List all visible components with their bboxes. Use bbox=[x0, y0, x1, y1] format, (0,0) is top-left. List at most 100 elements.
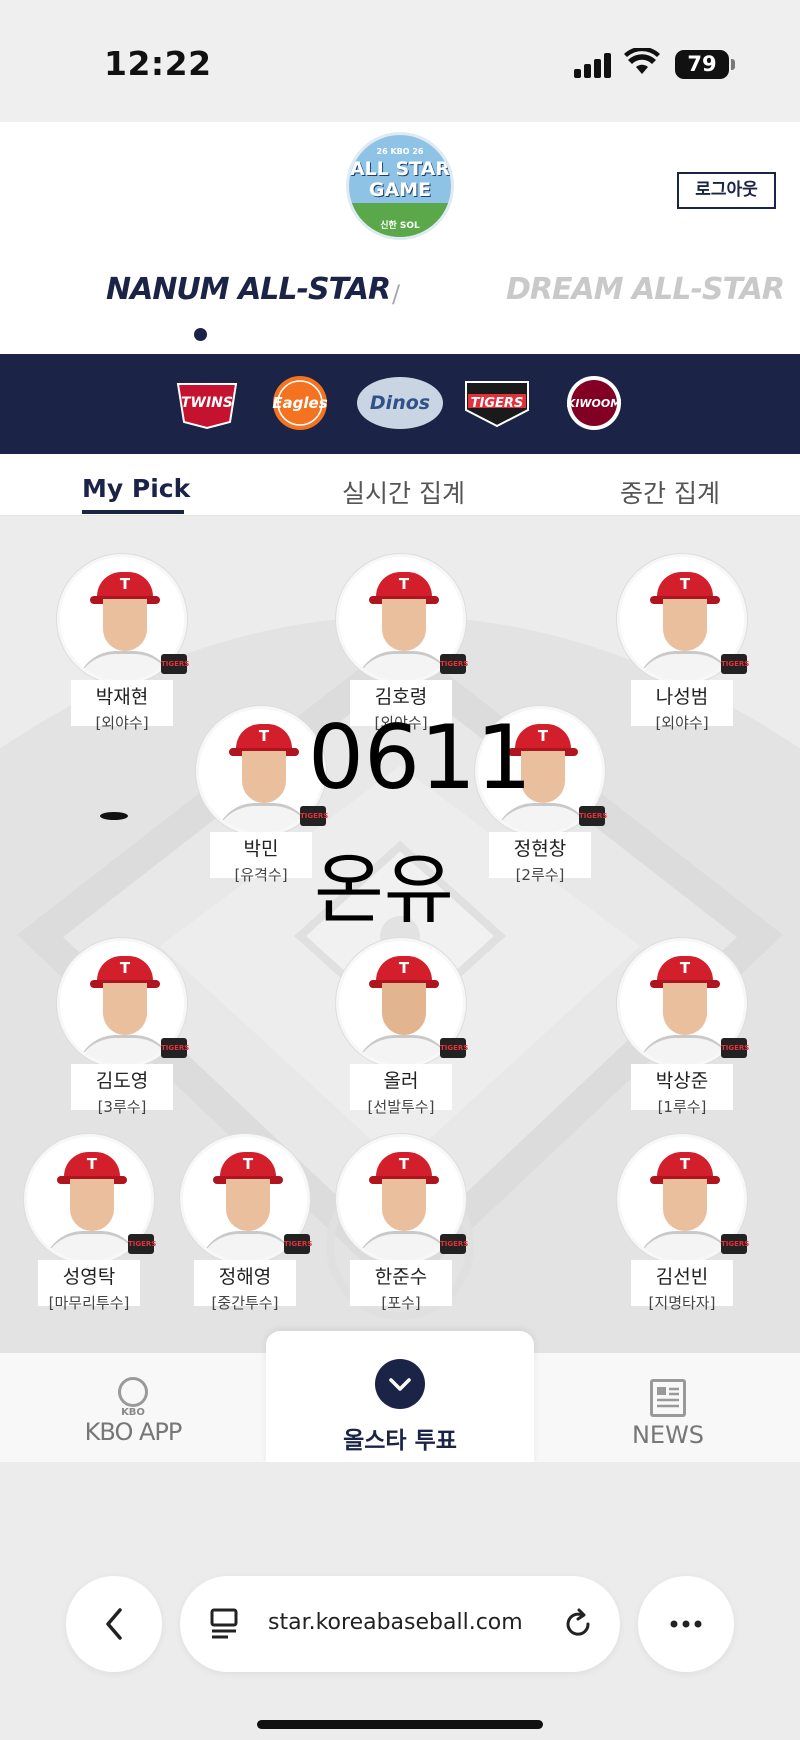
player-card[interactable]: TIGERS 김도영 [3루수] bbox=[57, 938, 189, 1116]
team-kiwoom-logo[interactable]: KIWOOM bbox=[558, 376, 630, 430]
kbo-app-label: KBO APP bbox=[84, 1418, 183, 1446]
player-name: 한준수 bbox=[374, 1266, 428, 1288]
home-indicator bbox=[257, 1720, 543, 1729]
kbo-logo-icon bbox=[118, 1377, 148, 1407]
player-card[interactable]: TIGERS 박상준 [1루수] bbox=[617, 938, 749, 1116]
player-card[interactable]: TIGERS 박재현 [외야수] bbox=[57, 554, 189, 732]
player-position: [외야수] bbox=[95, 714, 149, 732]
allstar-game-logo[interactable]: 26 KBO 26 ALL STAR GAME 신한 SOL bbox=[346, 132, 454, 240]
url-text: star.koreabaseball.com bbox=[268, 1610, 523, 1635]
team-eagles-label: Eagles bbox=[272, 394, 328, 412]
chevron-down-icon[interactable] bbox=[375, 1359, 425, 1409]
reload-icon[interactable] bbox=[558, 1604, 598, 1644]
player-name: 성영탁 bbox=[62, 1266, 116, 1288]
tab-my-pick[interactable]: My Pick bbox=[82, 474, 190, 503]
player-card[interactable]: TIGERS 성영탁 [마무리투수] bbox=[24, 1134, 156, 1312]
logo-line2: GAME bbox=[368, 179, 432, 201]
team-badge-icon: TIGERS bbox=[721, 1234, 749, 1254]
player-card[interactable]: TIGERS 김호령[외야수] bbox=[336, 554, 468, 732]
league-separator: / bbox=[392, 280, 401, 308]
team-badge-icon: TIGERS bbox=[128, 1234, 156, 1254]
overlay-number-text: 0611 bbox=[308, 706, 532, 809]
active-league-dot bbox=[194, 328, 207, 341]
player-position: [유격수] bbox=[234, 866, 288, 884]
team-logo-bar: TWINS Eagles Dinos TIGERS KIWOOM bbox=[0, 354, 800, 454]
team-kiwoom-label: KIWOOM bbox=[566, 396, 622, 410]
player-name: 김도영 bbox=[95, 1070, 149, 1092]
team-badge-icon: TIGERS bbox=[161, 1038, 189, 1058]
status-time: 12:22 bbox=[104, 44, 212, 83]
player-name: 김호령 bbox=[374, 686, 428, 708]
tab-realtime-tally[interactable]: 실시간 집계 bbox=[342, 474, 465, 510]
player-card[interactable]: TIGERS 나성범 [외야수] bbox=[617, 554, 749, 732]
active-tab-indicator bbox=[82, 510, 184, 514]
bottom-nav: KBO KBO APP 올스타 투표 NEWS bbox=[0, 1331, 800, 1463]
player-name: 박상준 bbox=[655, 1070, 709, 1092]
team-badge-icon: TIGERS bbox=[440, 1038, 468, 1058]
nav-allstar-vote[interactable]: 올스타 투표 bbox=[266, 1331, 534, 1463]
tab-interim-tally[interactable]: 중간 집계 bbox=[620, 474, 720, 510]
tab-dream-allstar[interactable]: DREAM ALL-STAR bbox=[506, 272, 785, 307]
nav-news[interactable]: NEWS bbox=[618, 1353, 718, 1449]
team-badge-icon: TIGERS bbox=[721, 654, 749, 674]
team-eagles-logo[interactable]: Eagles bbox=[268, 376, 332, 430]
player-position: [마무리투수] bbox=[48, 1294, 130, 1312]
team-twins-logo[interactable]: TWINS bbox=[172, 376, 242, 430]
address-bar[interactable]: star.koreabaseball.com bbox=[180, 1576, 620, 1672]
allstar-vote-label: 올스타 투표 bbox=[343, 1428, 457, 1454]
team-tigers-label: TIGERS bbox=[470, 396, 524, 411]
more-icon bbox=[670, 1620, 702, 1628]
overlay-name-text: 온유 bbox=[314, 845, 454, 934]
player-card[interactable]: TIGERS 정해영 [중간투수] bbox=[180, 1134, 312, 1312]
overlay-dash-mark bbox=[100, 812, 128, 820]
browser-toolbar: star.koreabaseball.com bbox=[0, 1462, 800, 1740]
nav-kbo-app[interactable]: KBO KBO APP bbox=[78, 1353, 188, 1446]
player-name: 나성범 bbox=[655, 686, 709, 708]
battery-icon: 79 bbox=[675, 50, 729, 79]
player-card[interactable]: TIGERS 한준수 [포수] bbox=[336, 1134, 468, 1312]
newspaper-icon bbox=[650, 1379, 686, 1417]
team-badge-icon: TIGERS bbox=[579, 806, 607, 826]
reader-icon[interactable] bbox=[206, 1604, 246, 1644]
back-button[interactable] bbox=[66, 1576, 162, 1672]
battery-tip bbox=[731, 59, 735, 70]
team-dinos-logo[interactable]: Dinos bbox=[356, 376, 444, 430]
wifi-icon bbox=[624, 48, 660, 74]
player-name: 정해영 bbox=[218, 1266, 272, 1288]
tab-nanum-allstar[interactable]: NANUM ALL-STAR bbox=[106, 272, 391, 307]
logo-line1: ALL STAR bbox=[349, 158, 451, 180]
player-name: 올러 bbox=[383, 1070, 419, 1092]
player-position: [중간투수] bbox=[211, 1294, 279, 1312]
logo-main-text: ALL STAR GAME bbox=[349, 159, 451, 201]
cellular-signal-icon bbox=[574, 52, 612, 78]
team-dinos-label: Dinos bbox=[369, 392, 431, 414]
team-badge-icon: TIGERS bbox=[300, 806, 328, 826]
player-name: 정현창 bbox=[513, 838, 567, 860]
team-badge-icon: TIGERS bbox=[284, 1234, 312, 1254]
player-position: [1루수] bbox=[657, 1098, 707, 1116]
player-card[interactable]: TIGERS 김선빈 [지명타자] bbox=[617, 1134, 749, 1312]
team-tigers-logo[interactable]: TIGERS bbox=[462, 376, 532, 430]
player-card[interactable]: TIGERS 올러 [선발투수] bbox=[336, 938, 468, 1116]
player-name: 박민 bbox=[243, 838, 279, 860]
team-badge-icon: TIGERS bbox=[161, 654, 189, 674]
news-label: NEWS bbox=[631, 1421, 705, 1449]
player-position: [포수] bbox=[381, 1294, 421, 1312]
player-card[interactable]: TIGERS 박민 [유격수] bbox=[196, 706, 328, 884]
team-badge-icon: TIGERS bbox=[440, 1234, 468, 1254]
player-position: [외야수] bbox=[655, 714, 709, 732]
team-badge-icon: TIGERS bbox=[721, 1038, 749, 1058]
view-tabs: My Pick 실시간 집계 중간 집계 bbox=[0, 454, 800, 516]
player-name: 김선빈 bbox=[655, 1266, 709, 1288]
header: 26 KBO 26 ALL STAR GAME 신한 SOL 로그아웃 NANU… bbox=[0, 122, 800, 354]
team-twins-label: TWINS bbox=[180, 395, 233, 411]
player-name: 박재현 bbox=[95, 686, 149, 708]
logo-sponsor: 신한 SOL bbox=[380, 221, 420, 231]
chevron-left-icon bbox=[106, 1608, 122, 1640]
player-position: [지명타자] bbox=[648, 1294, 716, 1312]
status-bar: 12:22 79 bbox=[0, 0, 800, 122]
more-button[interactable] bbox=[638, 1576, 734, 1672]
kbo-small-label: KBO bbox=[121, 1407, 145, 1418]
logout-button[interactable]: 로그아웃 bbox=[677, 172, 776, 209]
player-position: [선발투수] bbox=[367, 1098, 435, 1116]
